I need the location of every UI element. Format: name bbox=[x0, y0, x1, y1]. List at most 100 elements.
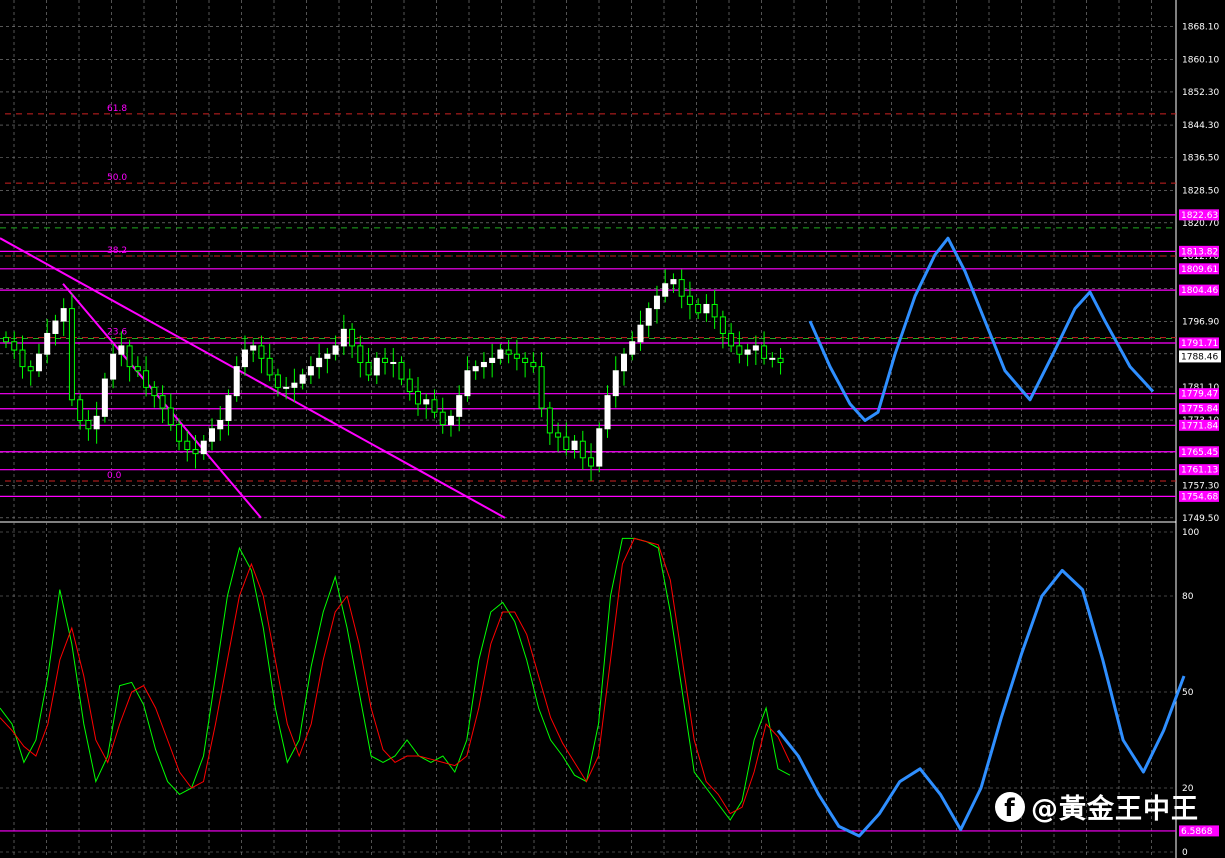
oscillator-tick-label: 80 bbox=[1182, 592, 1194, 602]
candle-body bbox=[769, 357, 776, 360]
candle-body bbox=[307, 366, 314, 376]
fibonacci-label: 0.0 bbox=[107, 471, 122, 481]
oscillator-series-line bbox=[0, 537, 791, 815]
candle-body bbox=[686, 295, 693, 305]
candle-body bbox=[563, 436, 570, 450]
candle-body bbox=[324, 353, 331, 359]
candle-body bbox=[365, 361, 372, 376]
candle-body bbox=[258, 345, 265, 359]
candle-body bbox=[192, 448, 199, 455]
level-label: 1809.61 bbox=[1181, 265, 1218, 275]
price-tick-label: 1836.50 bbox=[1182, 153, 1219, 163]
candle-body bbox=[316, 357, 323, 368]
candle-body bbox=[357, 345, 364, 363]
candle-body bbox=[752, 345, 759, 351]
price-tick-label: 1844.30 bbox=[1182, 121, 1219, 131]
candle-body bbox=[118, 345, 125, 355]
candle-body bbox=[19, 349, 26, 368]
candle-body bbox=[538, 366, 545, 409]
oscillator-series-line bbox=[0, 537, 791, 821]
candle-body bbox=[728, 332, 735, 347]
candle-body bbox=[480, 361, 487, 368]
candle-body bbox=[670, 279, 677, 285]
price-tick-label: 1852.30 bbox=[1182, 88, 1219, 98]
candle-body bbox=[225, 395, 232, 421]
level-label: 1791.71 bbox=[1181, 339, 1218, 349]
oscillator-tick-label: 0 bbox=[1182, 848, 1188, 858]
candle-body bbox=[200, 440, 207, 455]
candle-body bbox=[555, 432, 562, 438]
candle-body bbox=[744, 349, 751, 355]
candle-body bbox=[489, 357, 496, 363]
candle-body bbox=[233, 366, 240, 397]
candle-body bbox=[662, 283, 669, 297]
candle-body bbox=[241, 349, 248, 368]
candle-body bbox=[415, 390, 421, 405]
candle-body bbox=[250, 345, 257, 351]
candle-body bbox=[332, 345, 339, 355]
price-tick-label: 1757.30 bbox=[1182, 482, 1219, 492]
candle-body bbox=[736, 345, 743, 355]
candle-body bbox=[645, 308, 652, 326]
level-label: 1775.84 bbox=[1181, 405, 1218, 415]
candle-body bbox=[621, 353, 627, 372]
candle-body bbox=[382, 357, 389, 363]
level-label: 1822.63 bbox=[1181, 211, 1218, 221]
candle-body bbox=[472, 366, 479, 372]
level-label: 1771.84 bbox=[1181, 421, 1218, 431]
candle-body bbox=[283, 386, 290, 389]
facebook-icon: f bbox=[995, 791, 1025, 822]
level-label: 1765.45 bbox=[1181, 448, 1218, 458]
candle-body bbox=[695, 303, 702, 314]
candle-body bbox=[274, 374, 281, 388]
candle-body bbox=[439, 411, 446, 426]
candle-body bbox=[52, 320, 59, 334]
candle-body bbox=[719, 316, 726, 334]
candle-body bbox=[464, 370, 471, 397]
fibonacci-label: 23.6 bbox=[107, 328, 127, 338]
trend-line bbox=[0, 237, 506, 519]
candle-body bbox=[349, 328, 356, 347]
candle-body bbox=[604, 395, 611, 430]
candle-body bbox=[291, 382, 298, 388]
candle-body bbox=[93, 415, 100, 430]
candle-body bbox=[530, 361, 537, 368]
candle-body bbox=[711, 303, 718, 318]
candle-body bbox=[637, 324, 644, 343]
candle-body bbox=[612, 370, 619, 397]
candle-body bbox=[85, 419, 92, 430]
candle-body bbox=[209, 428, 215, 442]
candle-body bbox=[11, 341, 18, 351]
candle-body bbox=[579, 440, 586, 459]
candle-body bbox=[3, 337, 9, 343]
candle-body bbox=[406, 378, 413, 392]
fibonacci-label: 61.8 bbox=[107, 104, 127, 114]
level-label: 1804.46 bbox=[1181, 286, 1218, 296]
candle-body bbox=[77, 399, 84, 421]
candle-body bbox=[68, 308, 75, 401]
level-label: 1761.13 bbox=[1181, 466, 1218, 476]
last-price-label: 1788.46 bbox=[1181, 352, 1218, 362]
candle-body bbox=[266, 357, 273, 376]
candle-body bbox=[110, 353, 117, 380]
candle-body bbox=[126, 345, 133, 368]
candle-body bbox=[167, 407, 174, 426]
candle-body bbox=[27, 366, 34, 372]
level-label: 1813.82 bbox=[1181, 247, 1218, 257]
candle-body bbox=[151, 386, 158, 397]
price-tick-label: 1749.50 bbox=[1182, 514, 1219, 524]
price-tick-label: 1828.50 bbox=[1182, 187, 1219, 197]
candle-body bbox=[101, 378, 108, 417]
candle-body bbox=[777, 357, 784, 363]
candle-body bbox=[176, 424, 183, 442]
fibonacci-label: 50.0 bbox=[107, 173, 127, 183]
price-chart: 1868.10 1860.10 1852.30 1844.30 1836.50 1828.… bbox=[0, 0, 1221, 858]
candle-body bbox=[35, 353, 42, 372]
price-tick-label: 1860.10 bbox=[1182, 56, 1219, 66]
candle-body bbox=[761, 345, 768, 359]
oscillator-tick-label: 50 bbox=[1182, 688, 1194, 698]
candle-body bbox=[143, 370, 150, 388]
level-label: 1754.68 bbox=[1181, 492, 1218, 502]
candle-body bbox=[373, 357, 380, 376]
candle-body bbox=[447, 415, 454, 426]
